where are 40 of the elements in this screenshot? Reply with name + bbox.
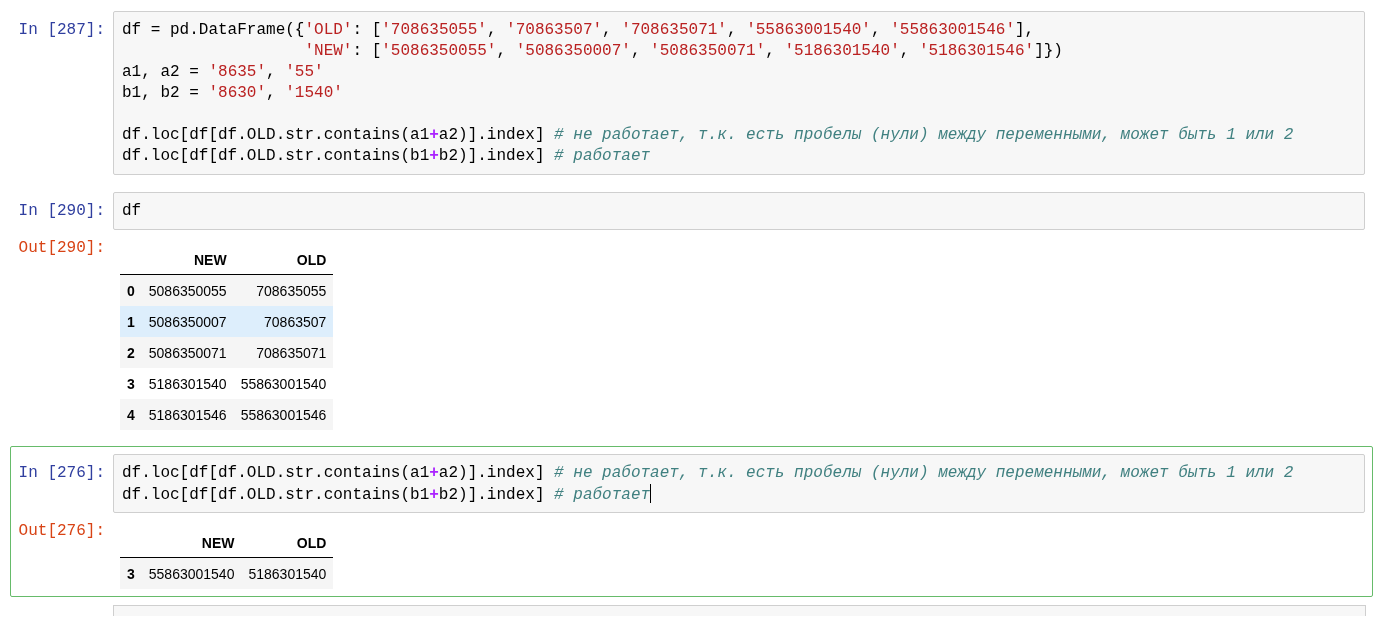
output-prompt: Out[276]:: [17, 521, 106, 542]
input-prompt: In [276]:: [17, 463, 106, 484]
table-cell-text: 708635071: [255, 344, 328, 361]
row-index: 3: [126, 565, 136, 582]
code-editor[interactable]: df.loc[df[df.OLD.str.contains(a1+a2)].index] # не работает, т.к. есть пробелы (нули) между переменными, может быть 1 или 2 df.loc[df[df.OLD.str.contains(b1+b2)].index] # работает: [113, 454, 1365, 513]
table-cell-text: 5086350071: [147, 344, 228, 361]
table-cell-text: 55863001540: [147, 565, 236, 582]
table-cell-text: 70863507: [263, 313, 328, 330]
code-line: df = pd.DataFrame({'OLD': ['708635055', '70863507', '708635071', '55863001540', '55863001546'],: [122, 20, 1036, 41]
code-line: df.loc[df[df.OLD.str.contains(a1+a2)].index] # не работает, т.к. есть пробелы (нули) между переменными, может быть 1 или 2: [122, 463, 1295, 484]
row-index: 4: [126, 406, 136, 423]
notebook-cell[interactable]: [10, 446, 1373, 597]
row-index: 1: [126, 313, 136, 330]
table-cell-text: 5186301540: [247, 565, 328, 582]
row-index: 3: [126, 375, 136, 392]
row-index: 0: [126, 282, 136, 299]
output-prompt: Out[290]:: [17, 238, 106, 259]
input-prompt: In [287]:: [17, 20, 106, 41]
column-header: NEW: [200, 535, 236, 551]
code-line: a1, a2 = '8635', '55': [122, 62, 325, 83]
code-editor[interactable]: df: [113, 192, 1365, 230]
column-header: OLD: [295, 535, 328, 551]
input-prompt: In [290]:: [17, 201, 106, 222]
table-cell-text: 5186301546: [147, 406, 228, 423]
table-cell-text: 5086350007: [147, 313, 228, 330]
code-line: df: [122, 201, 143, 222]
code-line: df.loc[df[df.OLD.str.contains(b1+b2)].index] # работает: [122, 146, 652, 167]
table-cell-text: 5086350055: [147, 282, 228, 299]
column-header: NEW: [193, 252, 228, 268]
code-line: df.loc[df[df.OLD.str.contains(a1+a2)].index] # не работает, т.к. есть пробелы (нули) между переменными, может быть 1 или 2: [122, 125, 1295, 146]
table-cell-text: 5186301540: [147, 375, 228, 392]
column-header: OLD: [295, 252, 328, 268]
row-index: 2: [126, 344, 136, 361]
code-line: 'NEW': ['5086350055', '5086350007', '5086350071', '5186301540', '5186301546']}): [303, 41, 1064, 62]
code-line: b1, b2 = '8630', '1540': [122, 83, 344, 104]
code-line: df.loc[df[df.OLD.str.contains(b1+b2)].index] # работает: [122, 484, 653, 505]
table-cell-text: 55863001546: [239, 406, 328, 423]
table-cell-text: 55863001540: [239, 375, 328, 392]
notebook-cell[interactable]: In [290]: df Out[290]: NEW OLD 0 5086350055 708635055 1 5086350007 70863507 2 5086350071 708635071 3 5186301540 55863001540 4 5186301546 55863001546: [10, 191, 1373, 438]
table-cell-text: 708635055: [255, 282, 328, 299]
